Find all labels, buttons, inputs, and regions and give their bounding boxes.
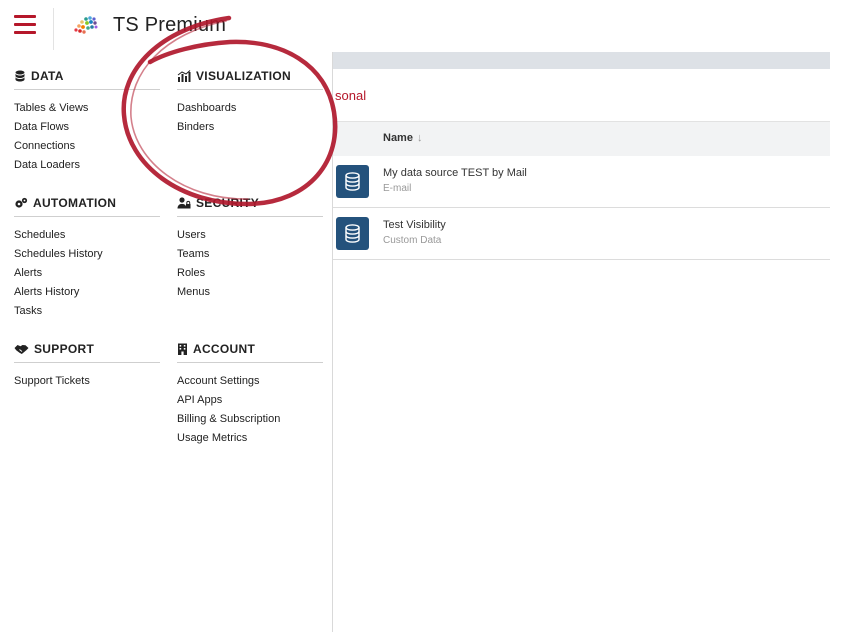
navigation-menu: DATA Tables & Views Data Flows Connectio…	[0, 52, 333, 632]
section-header-automation: AUTOMATION	[14, 193, 160, 217]
database-icon	[15, 70, 25, 82]
menu-item-menus[interactable]: Menus	[177, 283, 323, 302]
chart-icon	[177, 70, 191, 82]
column-header-name[interactable]: Name ↓	[383, 132, 422, 144]
section-header-data: DATA	[14, 66, 160, 90]
gears-icon	[15, 197, 28, 208]
menu-item-schedules-history[interactable]: Schedules History	[14, 245, 160, 264]
menu-item-data-loaders[interactable]: Data Loaders	[14, 156, 160, 175]
menu-item-alerts-history[interactable]: Alerts History	[14, 283, 160, 302]
filter-label[interactable]: sonal	[335, 88, 366, 103]
menu-item-tasks[interactable]: Tasks	[14, 302, 160, 321]
section-header-visualization: VISUALIZATION	[177, 66, 323, 90]
section-title: DATA	[31, 69, 64, 83]
menu-item-users[interactable]: Users	[177, 226, 323, 245]
menu-item-support-tickets[interactable]: Support Tickets	[14, 372, 160, 391]
menu-item-schedules[interactable]: Schedules	[14, 226, 160, 245]
row-subtitle: Custom Data	[383, 235, 442, 246]
content-header-strip	[333, 52, 830, 69]
logo-icon	[74, 16, 98, 34]
menu-item-alerts[interactable]: Alerts	[14, 264, 160, 283]
users-lock-icon	[177, 197, 191, 209]
section-title: SECURITY	[196, 196, 260, 210]
app-title: TS Premium	[113, 14, 227, 36]
database-icon	[336, 165, 369, 198]
sort-arrow-icon[interactable]: ↓	[417, 132, 423, 144]
database-icon	[336, 217, 369, 250]
menu-item-api-apps[interactable]: API Apps	[177, 391, 323, 410]
row-title: My data source TEST by Mail	[383, 167, 527, 179]
menu-section-security: SECURITY Users Teams Roles Menus	[177, 193, 323, 302]
hamburger-icon[interactable]	[14, 15, 36, 35]
menu-item-billing-subscription[interactable]: Billing & Subscription	[177, 410, 323, 429]
section-title: SUPPORT	[34, 342, 95, 356]
menu-item-account-settings[interactable]: Account Settings	[177, 372, 323, 391]
section-title: VISUALIZATION	[196, 69, 292, 83]
menu-item-roles[interactable]: Roles	[177, 264, 323, 283]
menu-section-account: ACCOUNT Account Settings API Apps Billin…	[177, 339, 323, 448]
handshake-icon	[14, 345, 29, 354]
building-icon	[178, 343, 187, 355]
column-header-label: Name	[383, 132, 413, 144]
row-subtitle: E-mail	[383, 183, 412, 194]
menu-item-teams[interactable]: Teams	[177, 245, 323, 264]
menu-item-usage-metrics[interactable]: Usage Metrics	[177, 429, 323, 448]
section-header-support: SUPPORT	[14, 339, 160, 363]
menu-section-automation: AUTOMATION Schedules Schedules History A…	[14, 193, 160, 321]
table-row[interactable]: Test Visibility Custom Data	[333, 208, 830, 260]
menu-section-visualization: VISUALIZATION Dashboards Binders	[177, 66, 323, 137]
table-header: Name ↓	[333, 121, 830, 157]
menu-section-support: SUPPORT Support Tickets	[14, 339, 160, 391]
table-row[interactable]: My data source TEST by Mail E-mail	[333, 156, 830, 208]
menu-item-connections[interactable]: Connections	[14, 137, 160, 156]
menu-item-binders[interactable]: Binders	[177, 118, 323, 137]
top-bar: TS Premium	[0, 0, 841, 52]
menu-section-data: DATA Tables & Views Data Flows Connectio…	[14, 66, 160, 175]
header-divider	[53, 8, 54, 50]
section-title: AUTOMATION	[33, 196, 117, 210]
menu-item-tables-views[interactable]: Tables & Views	[14, 99, 160, 118]
section-header-account: ACCOUNT	[177, 339, 323, 363]
section-header-security: SECURITY	[177, 193, 323, 217]
menu-item-data-flows[interactable]: Data Flows	[14, 118, 160, 137]
row-title: Test Visibility	[383, 219, 446, 231]
section-title: ACCOUNT	[193, 342, 256, 356]
menu-item-dashboards[interactable]: Dashboards	[177, 99, 323, 118]
